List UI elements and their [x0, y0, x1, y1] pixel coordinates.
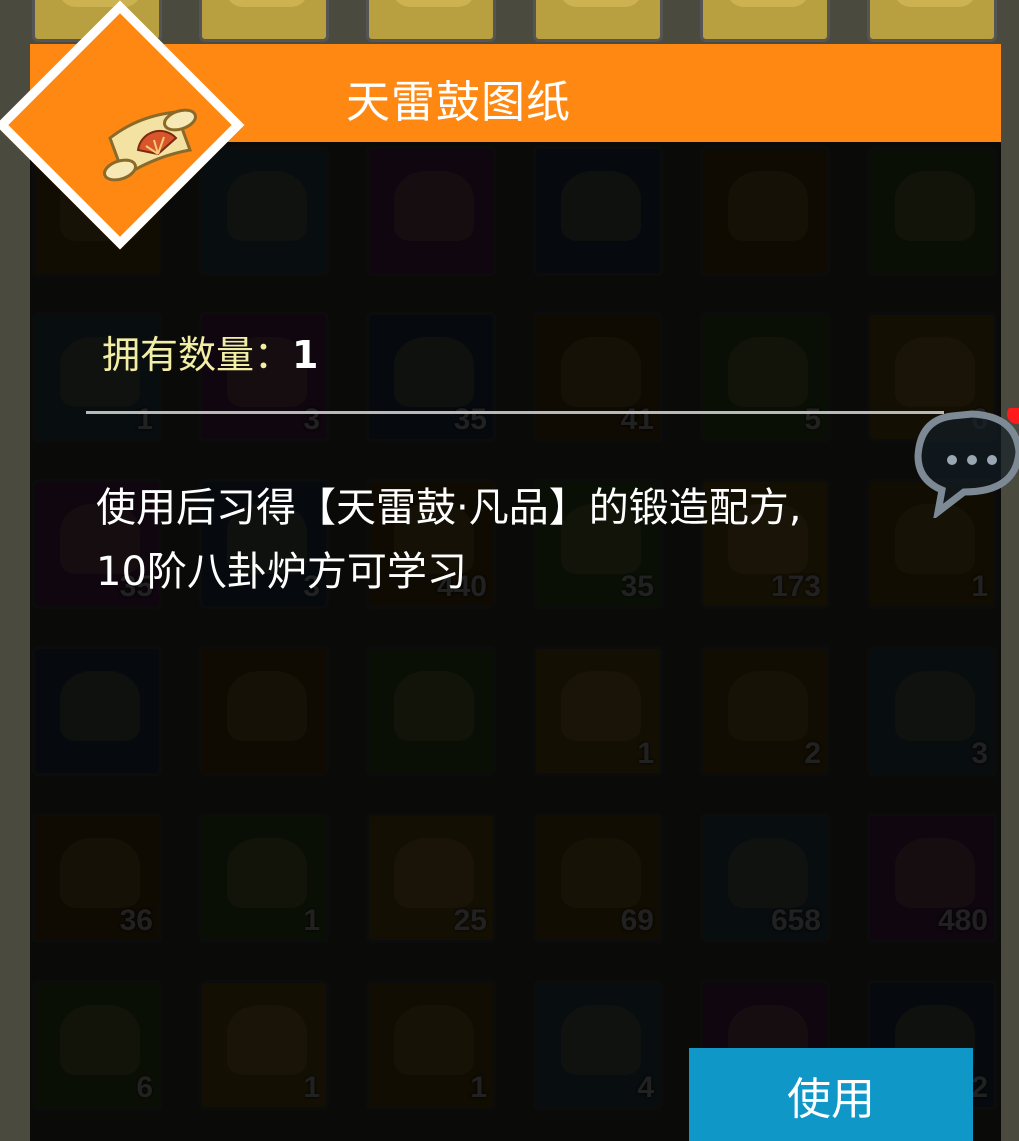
inventory-slot[interactable] — [366, 0, 496, 42]
item-art-icon — [561, 0, 641, 7]
item-art-icon — [60, 0, 140, 7]
description-line-1: 使用后习得【天雷鼓·凡品】的锻造配方, — [96, 485, 802, 531]
dialog-title: 天雷鼓图纸 — [346, 77, 571, 128]
inventory-slot[interactable] — [533, 0, 663, 42]
item-description: 使用后习得【天雷鼓·凡品】的锻造配方, 10阶八卦炉方可学习 — [96, 476, 956, 604]
use-button[interactable]: 使用 — [689, 1048, 973, 1141]
inventory-slot[interactable] — [199, 0, 329, 42]
inventory-slot[interactable] — [700, 0, 830, 42]
description-line-2: 10阶八卦炉方可学习 — [96, 549, 467, 595]
owned-label: 拥有数量： — [102, 333, 293, 377]
item-art-icon — [394, 0, 474, 7]
item-art-icon — [895, 0, 975, 7]
divider — [86, 411, 944, 414]
item-art-icon — [227, 0, 307, 7]
scroll-fan-icon — [103, 108, 197, 182]
owned-quantity: 拥有数量：1 — [102, 324, 318, 379]
item-detail-dialog: 天雷鼓图纸 拥有数量：1 使用后习得【天雷鼓·凡品】的锻造配方, 10阶八卦炉方… — [30, 44, 1001, 1141]
chat-bubble-icon[interactable] — [912, 408, 1019, 518]
inventory-slot[interactable] — [867, 0, 997, 42]
item-art-icon — [728, 0, 808, 7]
owned-value: 1 — [292, 333, 319, 377]
